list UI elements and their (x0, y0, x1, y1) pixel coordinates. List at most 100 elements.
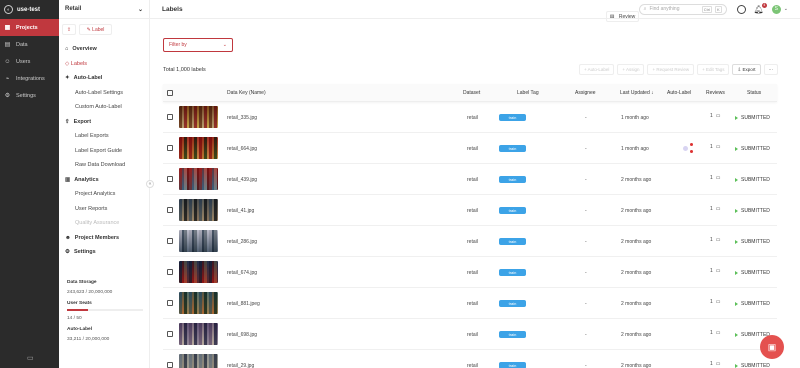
reviews-cell[interactable]: 1 ▭ (710, 175, 721, 181)
col-auto-label[interactable]: Auto-Label (667, 90, 691, 96)
table-row[interactable]: retail_335.jpg retail train - 1 month ago 1 ▭ S… (163, 102, 777, 133)
nav-project-analytics[interactable]: Project Analytics (59, 187, 149, 202)
filter-label: Filter by (169, 42, 187, 48)
nav-export[interactable]: ⇧ Export (59, 115, 149, 130)
reviews-cell[interactable]: 1 ▭ (710, 113, 721, 119)
col-last-updated[interactable]: Last Updated ↓ (620, 90, 654, 96)
status-badge: SUBMITTED (735, 115, 770, 121)
nav-user-reports[interactable]: User Reports (59, 202, 149, 217)
table-row[interactable]: retail_41.jpg retail train - 2 months ago 1 ▭ S… (163, 195, 777, 226)
data-key-cell[interactable]: retail_286.jpg (227, 239, 257, 245)
data-key-cell[interactable]: retail_439.jpg (227, 177, 257, 183)
help-chat-icon[interactable]: ▭ (27, 354, 34, 362)
row-checkbox[interactable] (167, 331, 173, 337)
plug-icon: ⌁ (5, 76, 10, 82)
row-checkbox[interactable] (167, 238, 173, 244)
search-placeholder: Find anything (649, 6, 680, 12)
data-key-cell[interactable]: retail_674.jpg (227, 270, 257, 276)
image-thumbnail[interactable] (179, 168, 218, 190)
rail-item-users[interactable]: ☺ Users (0, 53, 59, 70)
data-key-cell[interactable]: retail_335.jpg (227, 115, 257, 121)
image-thumbnail[interactable] (179, 261, 218, 283)
col-status[interactable]: Status (747, 90, 761, 96)
nav-project-members[interactable]: ☻ Project Members (59, 231, 149, 246)
rail-item-settings[interactable]: ⚙ Settings (0, 87, 59, 104)
status-circle-icon[interactable] (736, 4, 746, 14)
reviews-cell[interactable]: 1 ▭ (710, 268, 721, 274)
data-key-cell[interactable]: retail_29.jpg (227, 363, 254, 368)
col-assignee[interactable]: Assignee (575, 90, 596, 96)
avatar[interactable]: S (771, 4, 781, 14)
table-row[interactable]: retail_674.jpg retail train - 2 months ago 1 ▭… (163, 257, 777, 288)
chevron-down-icon[interactable]: ⌄ (784, 6, 788, 12)
data-key-cell[interactable]: retail_664.jpg (227, 146, 257, 152)
label-button[interactable]: ✎ Label (79, 24, 112, 35)
nav-label-export-guide[interactable]: Label Export Guide (59, 144, 149, 159)
last-updated-cell: 2 months ago (621, 208, 652, 214)
reviews-cell[interactable]: 1 ▭ (710, 206, 721, 212)
image-thumbnail[interactable] (179, 323, 218, 345)
reviews-cell[interactable]: 1 ▭ (710, 144, 721, 150)
reviews-cell[interactable]: 1 ▭ (710, 361, 721, 367)
filter-dropdown[interactable]: Filter by ⌄ (163, 38, 233, 52)
reviews-cell[interactable]: 1 ▭ (710, 299, 721, 305)
image-thumbnail[interactable] (179, 199, 218, 221)
auto-label-button[interactable]: + Auto-Label (578, 64, 615, 75)
notifications-button[interactable]: 🔔︎ 4 (754, 2, 767, 14)
rail-item-integrations[interactable]: ⌁ Integrations (0, 70, 59, 87)
nav-labels[interactable]: ◇ Labels (59, 57, 149, 72)
request-review-button[interactable]: + Request Review (647, 64, 695, 75)
rail-item-label: Users (16, 58, 31, 65)
nav-auto-label-settings[interactable]: Auto-Label Settings (59, 86, 149, 101)
nav-raw-data-download[interactable]: Raw Data Download (59, 158, 149, 173)
row-checkbox[interactable] (167, 145, 173, 151)
image-thumbnail[interactable] (179, 137, 218, 159)
table-row[interactable]: retail_286.jpg retail train - 2 months ago 1 ▭… (163, 226, 777, 257)
rail-item-projects[interactable]: ▦ Projects (0, 19, 59, 36)
row-checkbox[interactable] (167, 300, 173, 306)
table-row[interactable]: retail_29.jpg retail train - 2 months ago 1 ▭ S… (163, 350, 777, 368)
upload-button[interactable]: ⇪ (62, 24, 76, 35)
nav-analytics[interactable]: ▥ Analytics (59, 173, 149, 188)
row-checkbox[interactable] (167, 362, 173, 368)
image-thumbnail[interactable] (179, 292, 218, 314)
reviews-cell[interactable]: 1 ▭ (710, 237, 721, 243)
nav-label: Export (73, 118, 92, 125)
nav-label-exports[interactable]: Label Exports (59, 129, 149, 144)
nav-overview[interactable]: ⌂ Overview (59, 42, 149, 57)
row-checkbox[interactable] (167, 176, 173, 182)
nav-settings[interactable]: ⚙ Settings (59, 245, 149, 260)
col-label-tag[interactable]: Label Tag (517, 90, 539, 96)
row-checkbox[interactable] (167, 114, 173, 120)
image-thumbnail[interactable] (179, 354, 218, 368)
nav-custom-auto-label[interactable]: Custom Auto-Label (59, 100, 149, 115)
col-data-key[interactable]: Data Key (Name) (227, 90, 266, 96)
export-button[interactable]: ⇩ Export (732, 64, 761, 75)
workspace-switcher[interactable]: ◐ use-test (0, 0, 59, 19)
reviews-cell[interactable]: 1 ▭ (710, 330, 721, 336)
nav-auto-label[interactable]: ✦ Auto-Label (59, 71, 149, 86)
more-options-button[interactable]: ··· (763, 64, 778, 75)
table-row[interactable]: retail_664.jpg retail train - 1 month ago 1 ▭ S… (163, 133, 777, 164)
table-row[interactable]: retail_881.jpeg retail train - 2 months ago 1… (163, 288, 777, 319)
review-count: 1 (710, 113, 713, 119)
data-key-cell[interactable]: retail_881.jpeg (227, 301, 260, 307)
nav-quality-assurance[interactable]: Quality Assurance (59, 216, 149, 231)
data-key-cell[interactable]: retail_698.jpg (227, 332, 257, 338)
col-reviews[interactable]: Reviews (706, 90, 725, 96)
table-row[interactable]: retail_698.jpg retail train - 2 months ago 1 ▭… (163, 319, 777, 350)
rail-item-data[interactable]: ▤ Data (0, 36, 59, 53)
row-checkbox[interactable] (167, 269, 173, 275)
row-checkbox[interactable] (167, 207, 173, 213)
image-thumbnail[interactable] (179, 106, 218, 128)
col-dataset[interactable]: Dataset (463, 90, 480, 96)
project-selector[interactable]: Retail ⌄ (59, 0, 149, 19)
support-chat-button[interactable]: ▣ (760, 335, 784, 359)
table-row[interactable]: retail_439.jpg retail train - 2 months ago 1 ▭… (163, 164, 777, 195)
data-key-cell[interactable]: retail_41.jpg (227, 208, 254, 214)
assign-button[interactable]: + Assign (617, 64, 645, 75)
edit-tags-button[interactable]: + Edit Tags (697, 64, 730, 75)
image-thumbnail[interactable] (179, 230, 218, 252)
select-all-checkbox[interactable] (167, 90, 173, 96)
search-input[interactable]: ⌕ Find anything Ctrl K (638, 3, 727, 15)
